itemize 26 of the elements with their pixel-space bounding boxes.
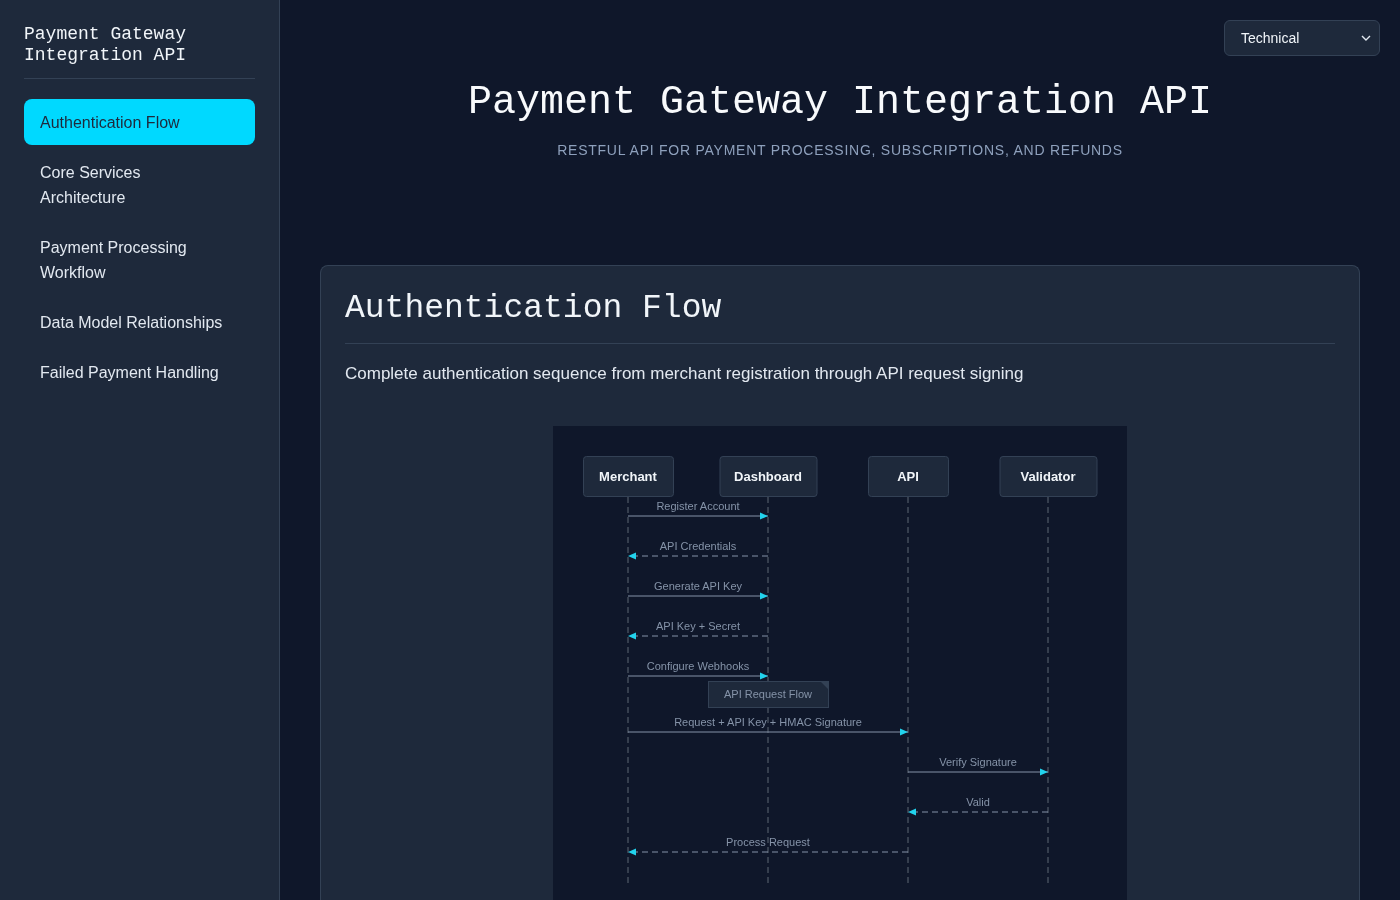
chevron-down-icon [1361,35,1371,41]
sidebar-item[interactable]: Core Services Architecture [24,149,255,220]
message-label: Request + API Key + HMAC Signature [674,716,862,728]
section-title: Authentication Flow [345,289,1335,344]
sidebar-title: Payment Gateway Integration API [24,24,255,79]
section-description: Complete authentication sequence from merchant registration through API request signing [345,363,1025,385]
message-label: Process Request [726,836,810,848]
participant-node: Merchant [583,456,674,497]
view-select[interactable]: Technical [1224,20,1380,56]
page-title: Payment Gateway Integration API [466,79,1214,127]
sidebar-item[interactable]: Payment Processing Workflow [24,224,255,295]
sidebar-item[interactable]: Authentication Flow [24,99,255,145]
message-label: Generate API Key [653,580,743,592]
message-label: Register Account [656,500,740,512]
page-subtitle: RESTFUL API FOR PAYMENT PROCESSING, SUBSCRIPTIONS, AND REFUNDS [556,141,1124,160]
note: API Request Flow [708,681,829,708]
message-label: Valid [966,796,990,808]
message-label: API Credentials [659,540,737,552]
sidebar-item[interactable]: Failed Payment Handling [24,349,255,395]
participant-node: API [868,456,949,497]
participant-node: Validator [999,456,1098,497]
participant-node: Dashboard [719,456,818,497]
message-label: Configure Webhooks [646,660,750,672]
message-label: Verify Signature [939,756,1017,768]
sidebar-item[interactable]: Data Model Relationships [24,299,255,345]
message-label: API Key + Secret [655,620,741,632]
